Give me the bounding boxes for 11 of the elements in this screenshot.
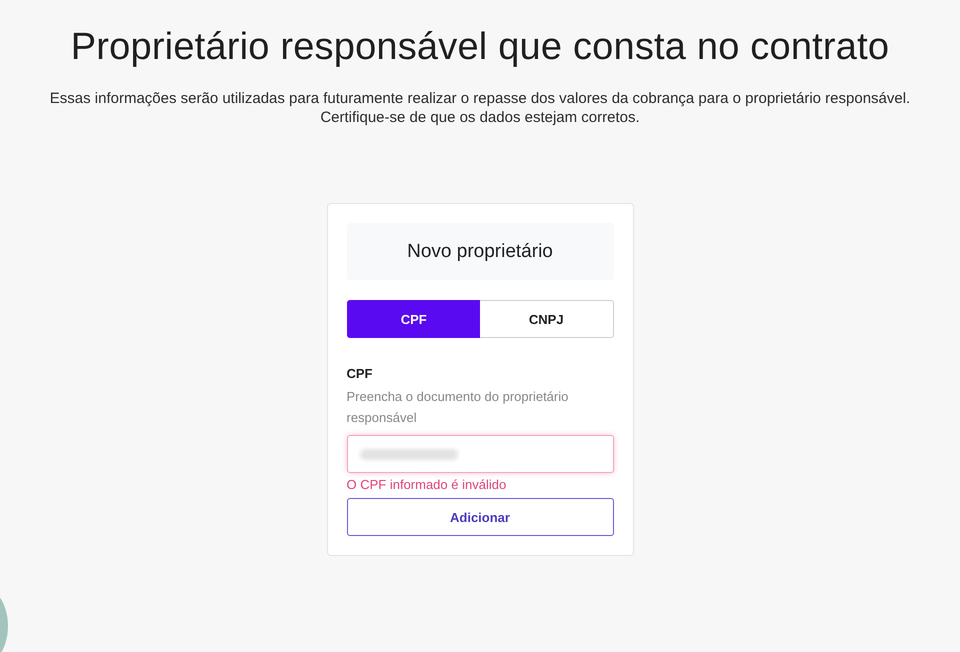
document-type-tab[interactable]: CNPJ [480,300,614,338]
field-label: CPF [346,365,374,383]
document-input-field[interactable] [346,435,614,473]
add-button[interactable]: Adicionar [346,498,614,536]
description-text: Certifique-se de que os dados estejam corretos. [320,108,640,127]
document-type-tab[interactable]: CPF [346,300,480,338]
page-title: Proprietário responsável que consta no contrato [70,25,890,70]
field-hint: Preencha o documento do proprietário responsável [346,388,570,427]
error-message: O CPF informado é inválido [346,477,508,493]
card-title: Novo proprietário [407,240,553,262]
description-text: Essas informações serão utilizadas para futuramente realizar o repasse dos valores da cobrança para o proprietário responsável. [50,89,910,108]
